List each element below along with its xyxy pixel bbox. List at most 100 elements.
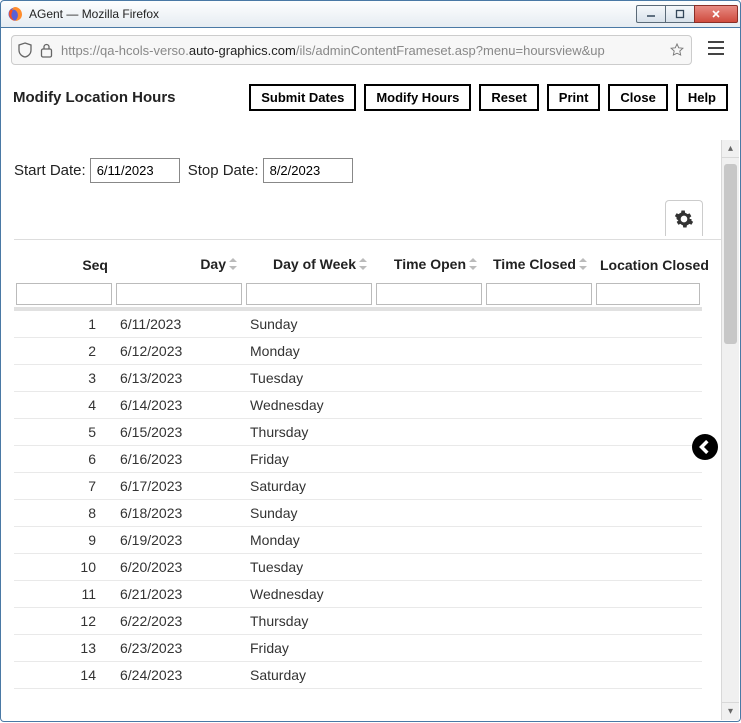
cell-dow: Sunday	[244, 500, 374, 527]
filter-closed[interactable]	[486, 283, 592, 305]
cell-location-closed	[594, 500, 702, 527]
cell-dow: Wednesday	[244, 392, 374, 419]
sort-icon	[228, 257, 238, 273]
cell-location-closed	[594, 419, 702, 446]
table-row[interactable]: 56/15/2023Thursday	[14, 419, 702, 446]
table-row[interactable]: 96/19/2023Monday	[14, 527, 702, 554]
filter-seq[interactable]	[16, 283, 112, 305]
cell-dow: Saturday	[244, 662, 374, 689]
table-row[interactable]: 46/14/2023Wednesday	[14, 392, 702, 419]
window-close-button[interactable]	[694, 5, 738, 23]
cell-seq: 3	[14, 365, 114, 392]
sort-icon	[578, 257, 588, 273]
content-pane: Start Date: Stop Date: Seq Day Day of We…	[2, 140, 739, 720]
cell-location-closed	[594, 608, 702, 635]
collapse-chevron-button[interactable]	[692, 434, 718, 460]
lock-icon	[40, 43, 53, 58]
sort-icon	[468, 257, 478, 273]
cell-seq: 11	[14, 581, 114, 608]
col-closed[interactable]: Time Closed	[484, 240, 594, 281]
cell-dow: Wednesday	[244, 581, 374, 608]
page-header: Modify Location Hours Submit Dates Modif…	[1, 72, 740, 111]
cell-day: 6/15/2023	[114, 419, 244, 446]
cell-location-closed	[594, 554, 702, 581]
col-dow[interactable]: Day of Week	[244, 240, 374, 281]
cell-location-closed	[594, 365, 702, 392]
table-row[interactable]: 66/16/2023Friday	[14, 446, 702, 473]
cell-closed	[484, 608, 594, 635]
cell-dow: Thursday	[244, 608, 374, 635]
table-row[interactable]: 26/12/2023Monday	[14, 338, 702, 365]
cell-seq: 6	[14, 446, 114, 473]
cell-day: 6/13/2023	[114, 365, 244, 392]
scroll-down-arrow[interactable]: ▾	[722, 702, 739, 720]
date-range-row: Start Date: Stop Date:	[14, 158, 721, 183]
url-path: /ils/adminContentFrameset.asp?menu=hours…	[296, 43, 605, 58]
bookmark-star-icon[interactable]	[669, 42, 685, 58]
cell-location-closed	[594, 527, 702, 554]
table-row[interactable]: 116/21/2023Wednesday	[14, 581, 702, 608]
cell-dow: Thursday	[244, 419, 374, 446]
window-maximize-button[interactable]	[665, 5, 695, 23]
cell-location-closed	[594, 392, 702, 419]
table-row[interactable]: 106/20/2023Tuesday	[14, 554, 702, 581]
window-minimize-button[interactable]	[636, 5, 666, 23]
table-row[interactable]: 16/11/2023Sunday	[14, 309, 702, 338]
cell-closed	[484, 662, 594, 689]
browser-toolbar: https://qa-hcols-verso.auto-graphics.com…	[1, 28, 740, 72]
cell-open	[374, 608, 484, 635]
cell-open	[374, 662, 484, 689]
menu-icon[interactable]	[702, 40, 730, 61]
print-button[interactable]: Print	[547, 84, 601, 111]
cell-day: 6/23/2023	[114, 635, 244, 662]
cell-seq: 8	[14, 500, 114, 527]
filter-location-closed[interactable]	[596, 283, 700, 305]
scroll-up-arrow[interactable]: ▴	[722, 140, 739, 158]
submit-dates-button[interactable]: Submit Dates	[249, 84, 356, 111]
stop-date-label: Stop Date:	[188, 162, 259, 179]
vertical-scrollbar[interactable]: ▴ ▾	[721, 140, 739, 720]
col-seq[interactable]: Seq	[14, 240, 114, 281]
table-row[interactable]: 146/24/2023Saturday	[14, 662, 702, 689]
url-bar[interactable]: https://qa-hcols-verso.auto-graphics.com…	[11, 35, 692, 65]
table-row[interactable]: 86/18/2023Sunday	[14, 500, 702, 527]
table-header-row: Seq Day Day of Week Time Open Time Close…	[14, 240, 702, 281]
table-row[interactable]: 36/13/2023Tuesday	[14, 365, 702, 392]
cell-seq: 13	[14, 635, 114, 662]
cell-day: 6/11/2023	[114, 309, 244, 338]
cell-open	[374, 392, 484, 419]
scroll-thumb[interactable]	[724, 164, 737, 344]
col-open[interactable]: Time Open	[374, 240, 484, 281]
cell-dow: Saturday	[244, 473, 374, 500]
cell-closed	[484, 635, 594, 662]
cell-location-closed	[594, 446, 702, 473]
modify-hours-button[interactable]: Modify Hours	[364, 84, 471, 111]
table-row[interactable]: 76/17/2023Saturday	[14, 473, 702, 500]
close-button[interactable]: Close	[608, 84, 667, 111]
stop-date-input[interactable]	[263, 158, 353, 183]
settings-gear-tab[interactable]	[665, 200, 703, 236]
start-date-input[interactable]	[90, 158, 180, 183]
reset-button[interactable]: Reset	[479, 84, 538, 111]
col-day[interactable]: Day	[114, 240, 244, 281]
cell-day: 6/21/2023	[114, 581, 244, 608]
help-button[interactable]: Help	[676, 84, 728, 111]
col-location-closed[interactable]: Location Closed	[594, 240, 702, 281]
header-buttons: Submit Dates Modify Hours Reset Print Cl…	[249, 84, 728, 111]
filter-day[interactable]	[116, 283, 242, 305]
table-row[interactable]: 126/22/2023Thursday	[14, 608, 702, 635]
cell-dow: Tuesday	[244, 554, 374, 581]
cell-closed	[484, 581, 594, 608]
window-buttons	[637, 5, 738, 23]
cell-dow: Tuesday	[244, 365, 374, 392]
cell-dow: Friday	[244, 635, 374, 662]
cell-open	[374, 446, 484, 473]
window-titlebar: AGent — Mozilla Firefox	[0, 0, 741, 28]
window-title: AGent — Mozilla Firefox	[29, 7, 637, 21]
cell-location-closed	[594, 581, 702, 608]
filter-dow[interactable]	[246, 283, 372, 305]
cell-location-closed	[594, 338, 702, 365]
filter-open[interactable]	[376, 283, 482, 305]
cell-closed	[484, 365, 594, 392]
table-row[interactable]: 136/23/2023Friday	[14, 635, 702, 662]
